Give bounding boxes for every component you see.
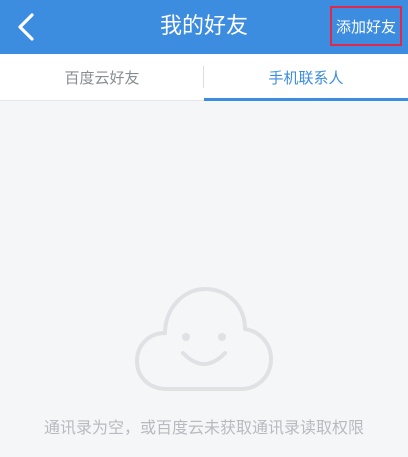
- app-header: 我的好友 添加好友: [0, 0, 408, 54]
- empty-state-message: 通讯录为空，或百度云未获取通讯录读取权限: [43, 418, 364, 437]
- chevron-left-icon: [18, 13, 34, 41]
- tab-phone-contacts[interactable]: 手机联系人: [204, 54, 408, 101]
- add-friend-button[interactable]: 添加好友: [330, 6, 402, 46]
- back-button[interactable]: [6, 6, 46, 48]
- tab-bar: 百度云好友 手机联系人: [0, 54, 408, 101]
- cloud-smile-icon: [135, 287, 273, 391]
- tab-baidu-cloud-friends[interactable]: 百度云好友: [0, 54, 204, 100]
